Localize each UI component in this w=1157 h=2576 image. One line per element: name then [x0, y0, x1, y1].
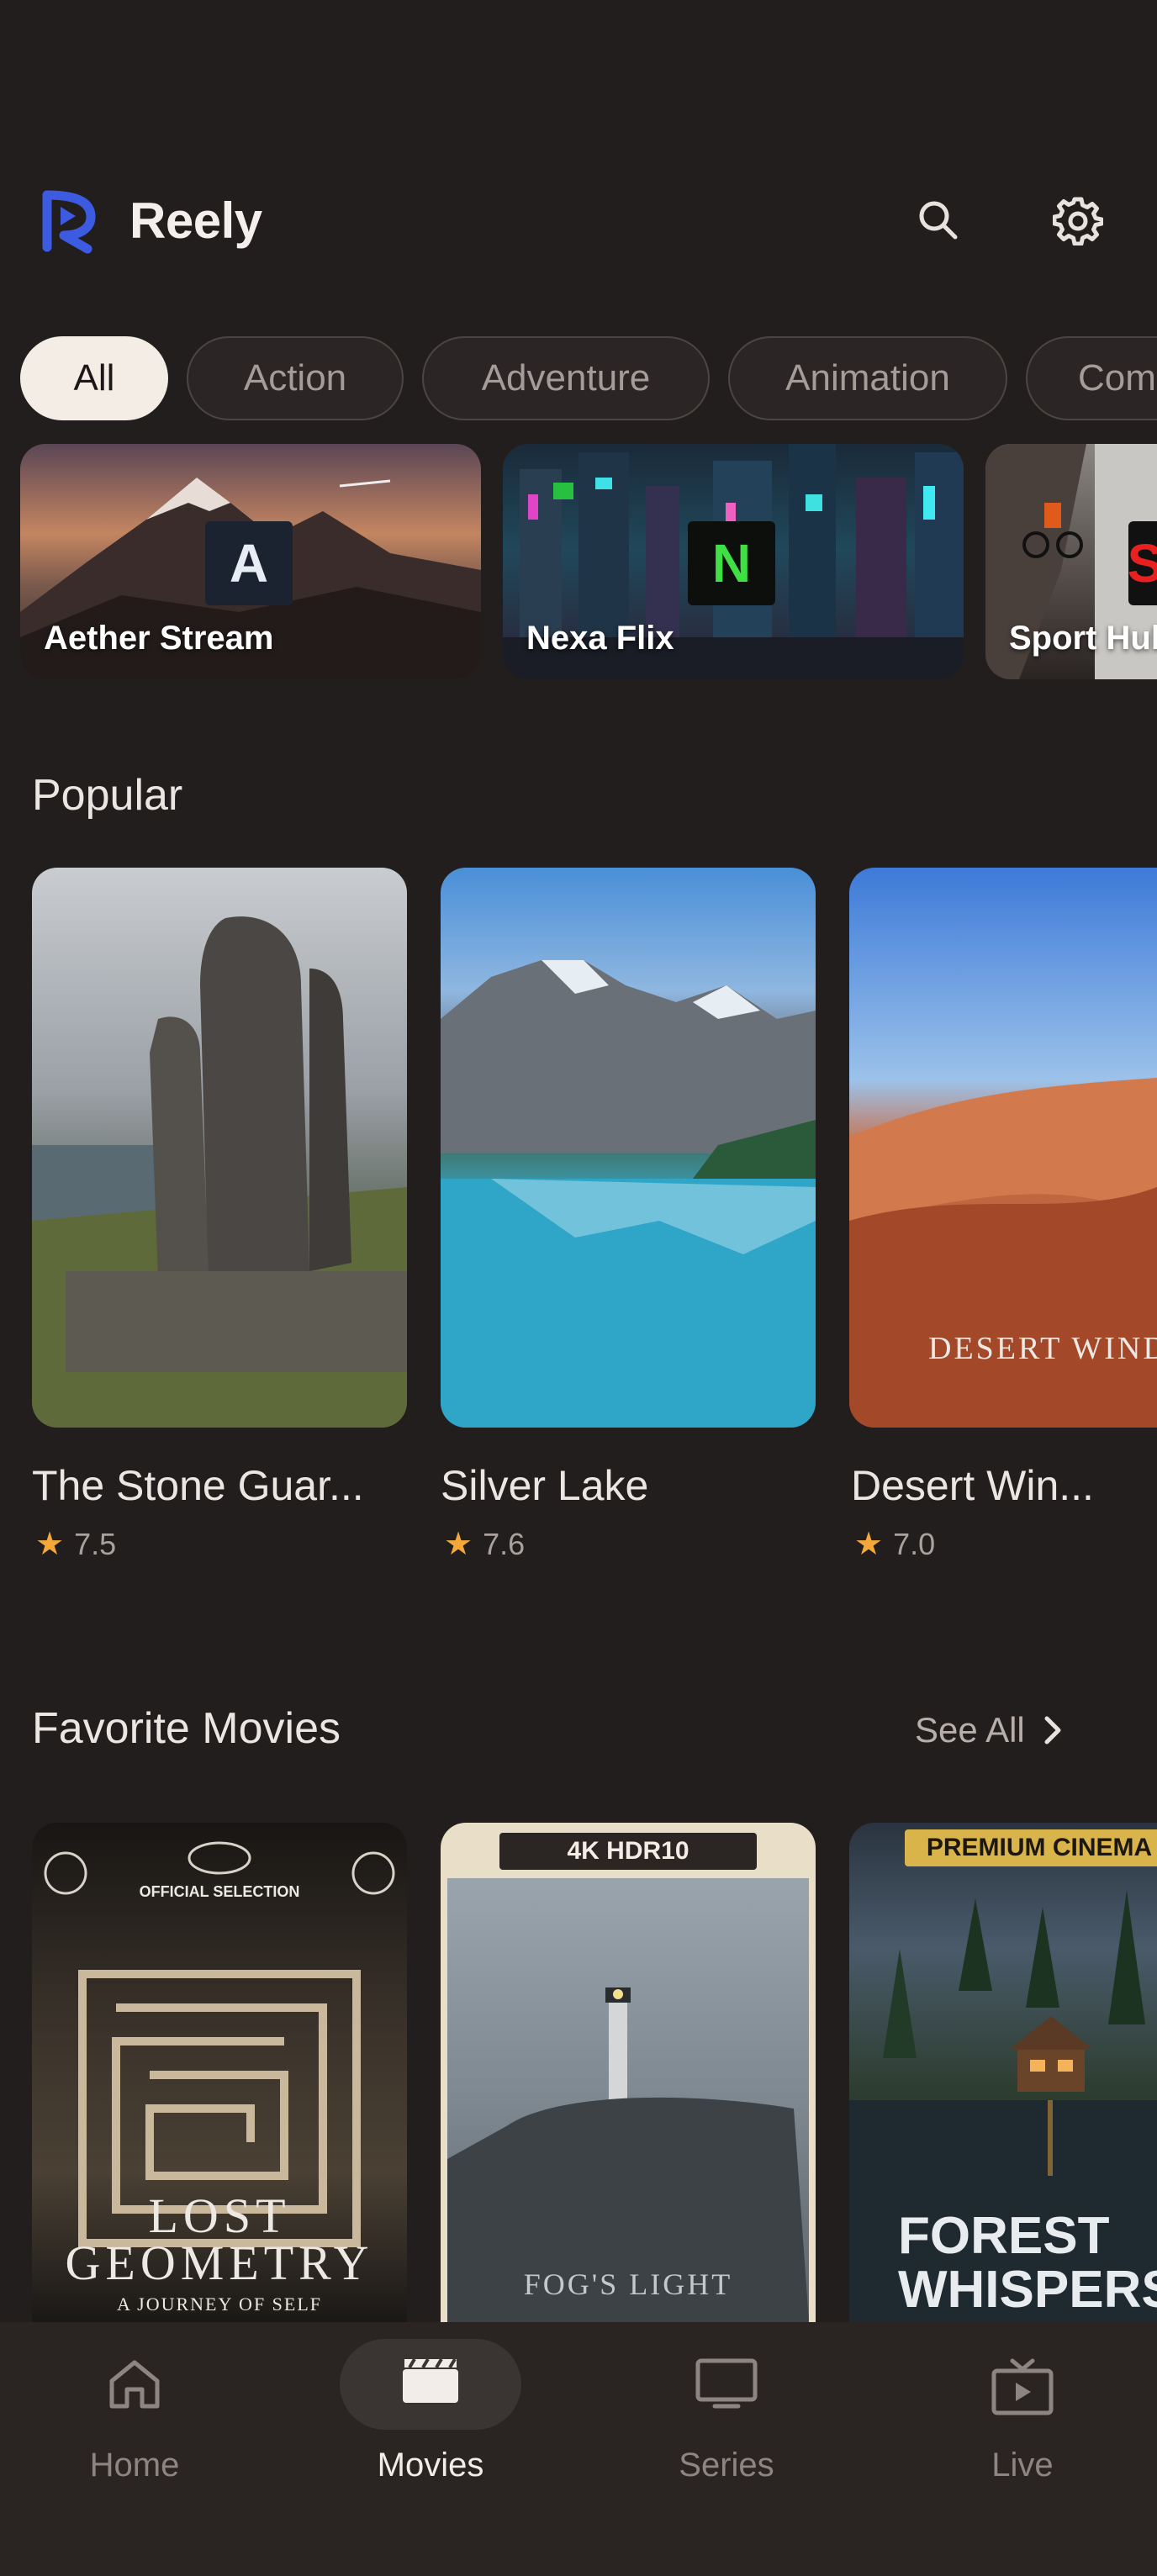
clapperboard-icon — [403, 2357, 458, 2403]
nexa-flix-logo: N — [688, 521, 775, 605]
nav-movies[interactable]: Movies — [321, 2336, 540, 2484]
provider-card-aether-stream[interactable]: A Aether Stream — [20, 444, 481, 679]
lake-artwork — [441, 960, 816, 1428]
nav-home[interactable]: Home — [25, 2336, 244, 2484]
premium-badge: PREMIUM CINEMA — [905, 1829, 1157, 1866]
poster-title: FOREST WHISPERS — [898, 2207, 1157, 2319]
movie-poster-desert-wind[interactable]: DESERT WIND — [849, 868, 1157, 1428]
poster-title: LOST GEOMETRY — [65, 2188, 374, 2290]
movie-poster-forest-whispers[interactable]: PREMIUM CINEMA FOREST WHISPERS — [849, 1823, 1157, 2322]
chip-adventure[interactable]: Adventure — [422, 336, 710, 420]
chip-all[interactable]: All — [20, 336, 168, 420]
star-icon: ★ — [444, 1527, 473, 1562]
poster-tagline: A JOURNEY OF SELF — [116, 2294, 323, 2315]
poster-badge: OFFICIAL SELECTION — [139, 1883, 300, 1900]
settings-button[interactable] — [1044, 187, 1112, 254]
popular-section-title: Popular — [32, 771, 183, 820]
nav-live[interactable]: Live — [913, 2336, 1132, 2484]
sport-hub-logo: S — [1128, 521, 1157, 605]
chip-animation[interactable]: Animation — [728, 336, 1007, 420]
aether-stream-logo: A — [205, 521, 293, 605]
search-button[interactable] — [905, 187, 972, 254]
home-icon — [109, 2360, 160, 2409]
nav-series[interactable]: Series — [617, 2336, 836, 2484]
movie-poster-lost-geometry[interactable]: OFFICIAL SELECTION LOST GEOMETRY A JOURN… — [32, 1823, 407, 2322]
favorites-section-title: Favorite Movies — [32, 1704, 341, 1753]
app-title: Reely — [129, 193, 262, 249]
provider-label: Aether Stream — [44, 620, 274, 657]
movie-rating: ★ 7.0 — [854, 1526, 936, 1563]
provider-label: Sport Hub — [1009, 620, 1157, 657]
genre-chip-bar: All Action Adventure Animation Com — [0, 336, 1157, 424]
provider-card-sport-hub[interactable]: S Sport Hub — [985, 444, 1157, 679]
movie-rating: ★ 7.5 — [35, 1526, 117, 1563]
movie-poster-silver-lake[interactable] — [441, 868, 816, 1428]
movie-rating: ★ 7.6 — [444, 1526, 526, 1563]
provider-card-nexa-flix[interactable]: N Nexa Flix — [503, 444, 964, 679]
reely-logo-icon — [39, 188, 99, 254]
movie-title: Desert Win... — [851, 1462, 1094, 1509]
tv-icon — [695, 2358, 758, 2409]
gear-icon — [1053, 197, 1103, 245]
live-tv-icon — [991, 2358, 1054, 2415]
moai-artwork — [32, 916, 407, 1428]
search-icon — [919, 201, 958, 240]
chevron-right-icon — [1044, 1716, 1061, 1745]
chip-action[interactable]: Action — [187, 336, 404, 420]
poster-title: DESERT WIND — [928, 1331, 1157, 1366]
star-icon: ★ — [854, 1527, 884, 1562]
format-badge: 4K HDR10 — [499, 1833, 757, 1870]
chip-comedy[interactable]: Com — [1026, 336, 1157, 420]
movie-poster-fogs-light[interactable]: 4K HDR10 FOG'S LIGHT — [441, 1823, 816, 2322]
see-all-link[interactable]: See All — [915, 1710, 1062, 1750]
provider-label: Nexa Flix — [526, 620, 674, 657]
movie-title: Silver Lake — [441, 1462, 649, 1509]
movie-title: The Stone Guar... — [32, 1462, 364, 1509]
poster-title: FOG'S LIGHT — [523, 2267, 733, 2301]
star-icon: ★ — [35, 1527, 65, 1562]
movie-poster-stone-guardians[interactable] — [32, 868, 407, 1428]
lighthouse-artwork — [447, 1987, 809, 2322]
